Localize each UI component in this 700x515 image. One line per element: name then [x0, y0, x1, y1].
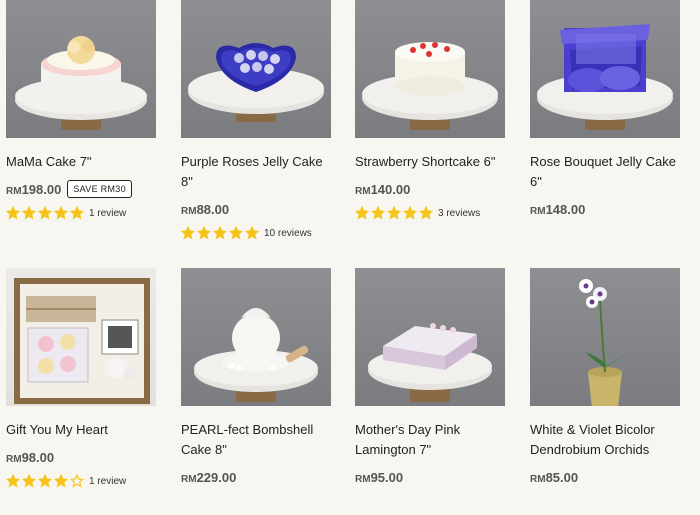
price-row: RM88.00 — [181, 198, 331, 220]
review-count: 1 review — [89, 475, 127, 487]
product-title[interactable]: Rose Bouquet Jelly Cake 6" — [530, 152, 680, 192]
product-image[interactable] — [6, 0, 156, 138]
star-filled-icon — [22, 474, 36, 488]
bouquet-cake-icon — [537, 24, 673, 130]
product-price: RM88.00 — [181, 201, 230, 217]
star-empty-icon — [70, 474, 84, 488]
star-rating — [6, 206, 86, 220]
product-card[interactable]: Gift You My Heart RM98.00 1 review — [6, 268, 156, 488]
product-title[interactable]: Mother's Day Pink Lamington 7" — [355, 420, 505, 460]
price-row: RM140.00 — [355, 178, 505, 200]
product-card[interactable]: Strawberry Shortcake 6" RM140.00 3 revie… — [355, 0, 505, 220]
product-card[interactable]: Mother's Day Pink Lamington 7" RM95.00 — [355, 268, 505, 488]
star-filled-icon — [54, 206, 68, 220]
price-row: RM95.00 — [355, 466, 505, 488]
product-title[interactable]: PEARL-fect Bombshell Cake 8" — [181, 420, 331, 460]
star-filled-icon — [6, 206, 20, 220]
strawberry-cake-icon — [362, 42, 498, 130]
star-filled-icon — [229, 226, 243, 240]
product-card[interactable]: MaMa Cake 7" RM198.00 SAVE RM30 1 review — [6, 0, 156, 220]
product-price: RM85.00 — [530, 469, 579, 485]
product-image[interactable] — [530, 268, 680, 406]
product-image[interactable] — [181, 268, 331, 406]
product-image[interactable] — [355, 268, 505, 406]
star-filled-icon — [245, 226, 259, 240]
star-filled-icon — [38, 474, 52, 488]
star-filled-icon — [355, 206, 369, 220]
product-price: RM140.00 — [355, 181, 411, 197]
star-filled-icon — [181, 226, 195, 240]
product-price: RM95.00 — [355, 469, 404, 485]
star-filled-icon — [6, 474, 20, 488]
star-rating — [181, 226, 261, 240]
star-filled-icon — [403, 206, 417, 220]
cake-on-stand-icon — [15, 36, 147, 130]
product-price: RM198.00 — [6, 181, 62, 197]
product-card[interactable]: White & Violet Bicolor Dendrobium Orchid… — [530, 268, 680, 488]
star-filled-icon — [197, 226, 211, 240]
price-row: RM229.00 — [181, 466, 331, 488]
discount-badge: SAVE RM30 — [67, 180, 132, 198]
product-rating[interactable]: 1 review — [6, 206, 156, 220]
product-image[interactable] — [530, 0, 680, 138]
product-price: RM148.00 — [530, 201, 586, 217]
star-filled-icon — [38, 206, 52, 220]
star-rating — [355, 206, 435, 220]
lamington-cake-icon — [368, 323, 492, 402]
product-card[interactable]: Rose Bouquet Jelly Cake 6" RM148.00 — [530, 0, 680, 220]
product-image[interactable] — [181, 0, 331, 138]
product-title[interactable]: White & Violet Bicolor Dendrobium Orchid… — [530, 420, 680, 460]
price-row: RM85.00 — [530, 466, 680, 488]
price-row: RM198.00 SAVE RM30 — [6, 178, 156, 200]
product-grid: MaMa Cake 7" RM198.00 SAVE RM30 1 review — [0, 0, 700, 515]
product-title[interactable]: Strawberry Shortcake 6" — [355, 152, 505, 172]
product-card[interactable]: Purple Roses Jelly Cake 8" RM88.00 10 re… — [181, 0, 331, 240]
product-title[interactable]: Gift You My Heart — [6, 420, 156, 440]
star-filled-icon — [213, 226, 227, 240]
star-rating — [6, 474, 86, 488]
review-count: 3 reviews — [438, 207, 481, 219]
product-title[interactable]: MaMa Cake 7" — [6, 152, 156, 172]
price-row: RM148.00 — [530, 198, 680, 220]
pearl-bombshell-icon — [194, 308, 318, 402]
heart-jelly-cake-icon — [188, 43, 324, 122]
product-rating[interactable]: 1 review — [6, 474, 156, 488]
price-row: RM98.00 — [6, 446, 156, 468]
star-filled-icon — [70, 206, 84, 220]
review-count: 10 reviews — [264, 227, 312, 239]
star-filled-icon — [419, 206, 433, 220]
product-card[interactable]: PEARL-fect Bombshell Cake 8" RM229.00 — [181, 268, 331, 488]
product-rating[interactable]: 3 reviews — [355, 206, 505, 220]
product-price: RM229.00 — [181, 469, 237, 485]
product-title[interactable]: Purple Roses Jelly Cake 8" — [181, 152, 331, 192]
orchid-pot-icon — [579, 279, 626, 406]
star-filled-icon — [371, 206, 385, 220]
star-filled-icon — [22, 206, 36, 220]
product-image[interactable] — [355, 0, 505, 138]
product-image[interactable] — [6, 268, 156, 406]
star-filled-icon — [387, 206, 401, 220]
star-filled-icon — [54, 474, 68, 488]
product-price: RM98.00 — [6, 449, 55, 465]
gift-box-icon — [14, 278, 150, 404]
product-rating[interactable]: 10 reviews — [181, 226, 331, 240]
review-count: 1 review — [89, 207, 127, 219]
